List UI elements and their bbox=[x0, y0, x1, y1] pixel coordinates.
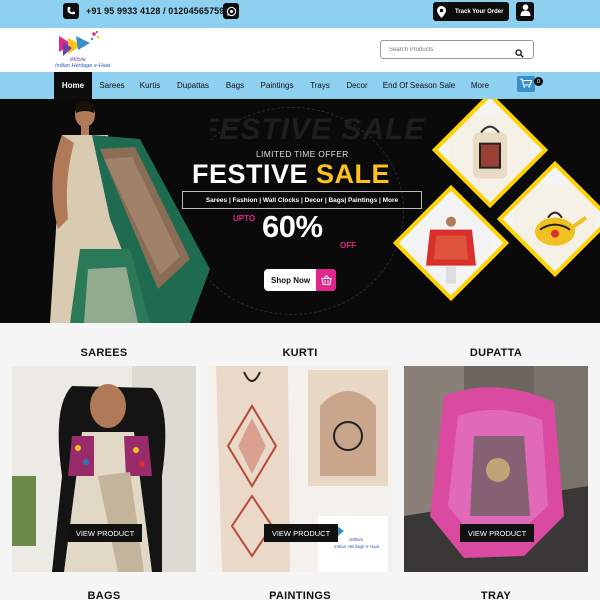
nav-item-kurtis[interactable]: Kurtis bbox=[133, 72, 167, 99]
nav-item-trays[interactable]: Trays bbox=[303, 72, 337, 99]
category-title-sarees: SAREES bbox=[80, 347, 128, 359]
main-navigation: Home Sarees Kurtis Dupattas Bags Paintin… bbox=[0, 72, 600, 99]
search-box bbox=[380, 40, 534, 59]
nav-item-dupattas[interactable]: Dupattas bbox=[170, 72, 216, 99]
hero-off: OFF bbox=[340, 241, 356, 250]
nav-item-more[interactable]: More bbox=[464, 72, 496, 99]
hero-limited-offer: LIMITED TIME OFFER bbox=[256, 149, 349, 159]
user-icon bbox=[520, 3, 531, 21]
phone-icon[interactable] bbox=[63, 3, 79, 19]
view-product-button[interactable]: VIEW PRODUCT bbox=[264, 524, 338, 542]
top-contact-bar: +91 95 9933 4128 / 01204565759 Track You… bbox=[0, 0, 600, 28]
category-title-tray: TRAY bbox=[480, 590, 512, 602]
product-card-kurti[interactable]: iMithila Indian Heritage e-Haat VIEW PRO… bbox=[208, 366, 392, 572]
category-title-paintings: PAINTINGS bbox=[269, 590, 331, 602]
shop-now-label: Shop Now bbox=[271, 275, 311, 285]
hero-banner[interactable]: FESTIVE SALE LIMITED TIME OFFER FESTIVE … bbox=[0, 99, 600, 323]
category-title-dupatta: DUPATTA bbox=[469, 347, 523, 359]
track-order-button[interactable]: Track Your Order bbox=[433, 2, 509, 21]
phone-numbers: +91 95 9933 4128 / 01204565759 bbox=[86, 6, 225, 16]
kurti-watermark-tagline: Indian Heritage e-Haat bbox=[334, 544, 380, 549]
hero-saree-model-image bbox=[40, 99, 210, 323]
nav-item-decor[interactable]: Decor bbox=[340, 72, 374, 99]
location-pin-icon bbox=[433, 5, 449, 18]
search-input[interactable] bbox=[389, 44, 509, 56]
hero-upto: UPTO bbox=[233, 214, 256, 223]
hero-title-word1: FESTIVE bbox=[192, 159, 309, 189]
hero-categories: Sarees | Fashion | Wall Clocks | Decor |… bbox=[182, 191, 422, 209]
hero-discount-percent: 60% bbox=[262, 209, 323, 244]
whatsapp-icon[interactable] bbox=[223, 3, 239, 19]
kurti-watermark-brand: iMithila bbox=[349, 537, 364, 542]
nav-item-sarees[interactable]: Sarees bbox=[94, 72, 130, 99]
hero-title: FESTIVE SALE bbox=[192, 159, 390, 190]
nav-item-home[interactable]: Home bbox=[54, 72, 92, 99]
hero-title-word2: SALE bbox=[316, 159, 391, 189]
cart-icon bbox=[520, 75, 533, 93]
shopping-basket-icon bbox=[316, 269, 336, 291]
nav-item-bags[interactable]: Bags bbox=[219, 72, 251, 99]
product-card-sarees[interactable]: VIEW PRODUCT bbox=[12, 366, 196, 572]
product-card-dupatta[interactable]: VIEW PRODUCT bbox=[404, 366, 588, 572]
category-title-kurti: KURTI bbox=[282, 347, 318, 359]
category-title-bags: BAGS bbox=[87, 590, 121, 602]
shop-now-button[interactable]: Shop Now bbox=[264, 269, 336, 291]
nav-item-end-of-season-sale[interactable]: End Of Season Sale bbox=[377, 72, 461, 99]
cart-count-badge: 0 bbox=[534, 77, 543, 86]
cart-button[interactable] bbox=[517, 76, 535, 92]
logo-tagline: Indian Heritage e-Haat bbox=[55, 63, 111, 69]
view-product-button[interactable]: VIEW PRODUCT bbox=[68, 524, 142, 542]
view-product-button[interactable]: VIEW PRODUCT bbox=[460, 524, 534, 542]
nav-item-paintings[interactable]: Paintings bbox=[254, 72, 300, 99]
search-icon[interactable] bbox=[515, 45, 524, 63]
track-order-label: Track Your Order bbox=[455, 8, 504, 15]
user-account-button[interactable] bbox=[516, 2, 534, 21]
